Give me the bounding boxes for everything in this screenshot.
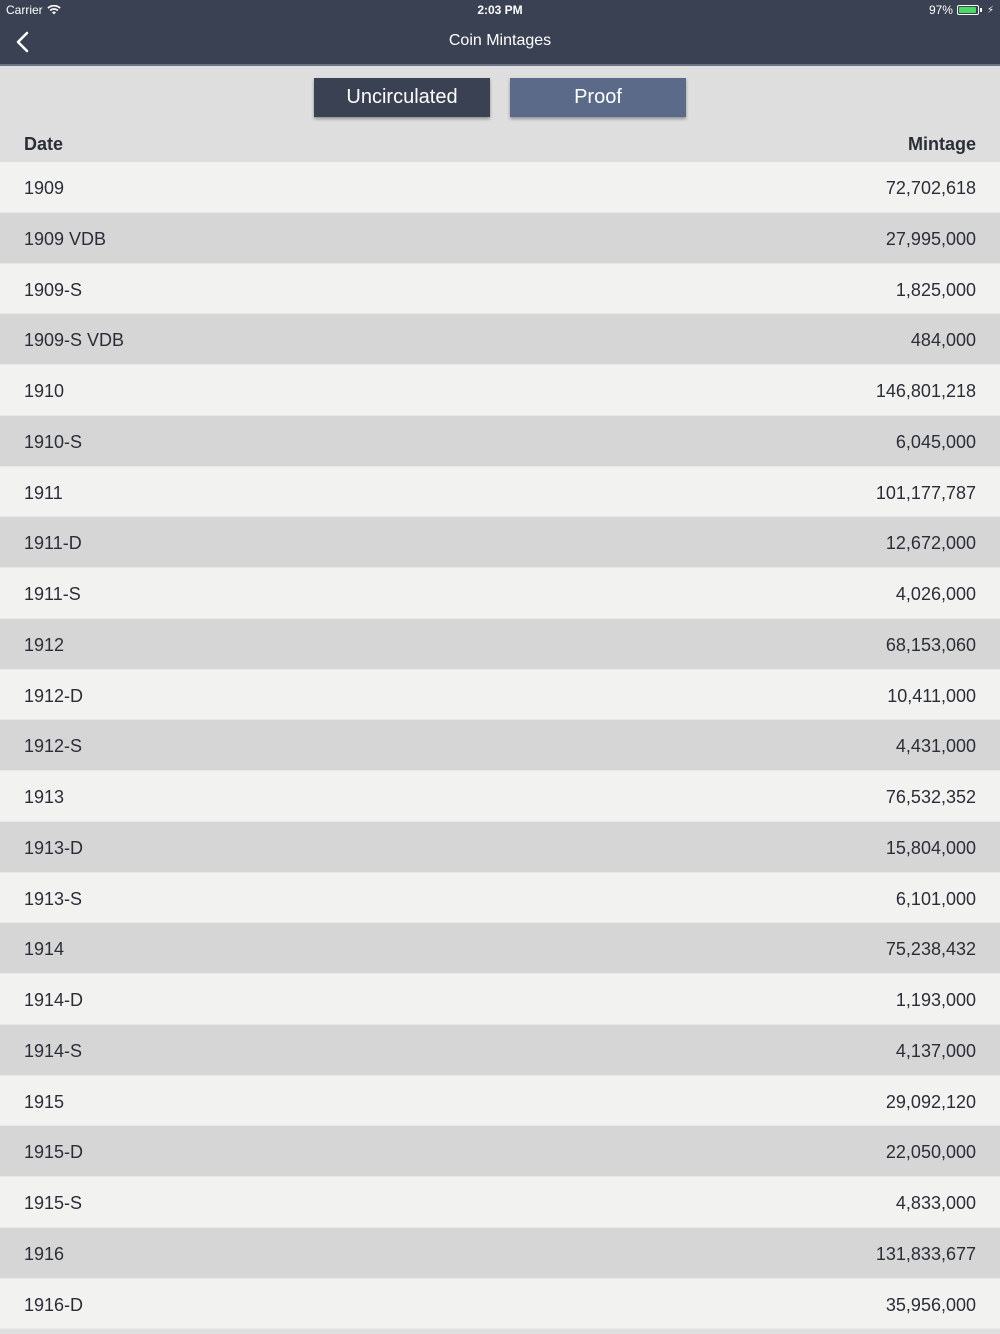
date-cell: 1916 [24,1243,65,1264]
date-cell: 1909-S [24,279,83,300]
mintage-cell: 4,431,000 [895,736,976,757]
status-bar: Carrier 2:03 PM 97% ⚡ [0,0,1000,20]
table-row[interactable]: 1911 101,177,787 [0,466,1000,518]
battery-percent: 97% [928,3,953,17]
table-row[interactable]: 1913 76,532,352 [0,771,1000,822]
mintage-cell: 68,153,060 [885,634,976,655]
mintage-cell: 101,177,787 [875,482,976,503]
table-row[interactable]: 1914-D 1,193,000 [0,974,1000,1025]
mintage-cell: 72,702,618 [885,178,976,198]
date-cell: 1913 [24,787,65,807]
table-row[interactable]: 1916-D 35,956,000 [0,1278,1000,1330]
mintage-cell: 6,045,000 [895,431,976,452]
mintage-cell: 146,801,218 [875,381,976,401]
date-cell: 1911-D [24,533,82,554]
date-cell: 1913-D [24,837,84,858]
mintage-cell: 29,092,120 [885,1091,976,1112]
table-row[interactable]: 1915-S 4,833,000 [0,1177,1000,1228]
navigation-bar: Coin Mintages [0,20,1000,66]
table-row[interactable]: 1914-S 4,137,000 [0,1024,1000,1076]
segment-control: Uncirculated Proof [0,66,1000,126]
mintage-cell: 484,000 [910,330,976,351]
date-cell: 1914-S [24,1040,83,1061]
mintage-cell: 4,137,000 [895,1040,976,1061]
mintage-cell: 75,238,432 [885,939,976,960]
table-row[interactable]: 1909 VDB 27,995,000 [0,212,1000,264]
date-cell: 1912-S [24,736,83,757]
date-cell: 1916-D [24,1294,84,1315]
page-title: Coin Mintages [448,32,552,49]
date-cell: 1915 [24,1091,65,1112]
mintage-cell: 10,411,000 [887,685,976,706]
table-row[interactable]: 1913-D 15,804,000 [0,821,1000,873]
mintage-cell: 4,833,000 [895,1193,976,1213]
mintage-cell: 35,956,000 [885,1294,976,1315]
date-cell: 1912-D [24,685,84,706]
table-row[interactable]: 1916 131,833,677 [0,1227,1000,1279]
mintage-cell: 4,026,000 [895,584,976,604]
mintage-table: 1909 72,702,618 1909 VDB 27,995,000 1909-S… [0,162,1000,1330]
mintage-column-header: Mintage [907,134,976,154]
date-cell: 1910-S [24,431,83,452]
date-cell: 1912 [24,634,65,655]
date-cell: 1914-D [24,990,84,1010]
proof-button[interactable]: Proof [510,78,686,117]
table-row[interactable]: 1915 29,092,120 [0,1075,1000,1127]
table-row[interactable]: 1912 68,153,060 [0,618,1000,670]
table-row[interactable]: 1913-S 6,101,000 [0,872,1000,924]
battery-fill [958,7,977,13]
table-row[interactable]: 1914 75,238,432 [0,923,1000,974]
table-row[interactable]: 1910 146,801,218 [0,365,1000,416]
table-row[interactable]: 1909-S VDB 484,000 [0,314,1000,365]
date-cell: 1913-S [24,888,83,909]
table-row[interactable]: 1912-S 4,431,000 [0,720,1000,771]
date-cell: 1909 [24,178,65,198]
date-cell: 1909 VDB [24,228,107,249]
table-header: Date Mintage [0,126,1000,162]
table-row[interactable]: 1911-S 4,026,000 [0,568,1000,619]
date-cell: 1914 [24,939,65,960]
mintage-cell: 1,193,000 [895,990,976,1010]
date-cell: 1909-S VDB [24,330,125,351]
date-cell: 1915-S [24,1193,83,1213]
date-cell: 1911-S [24,584,81,604]
table-row[interactable]: 1909-S 1,825,000 [0,263,1000,315]
mintage-cell: 1,825,000 [895,279,976,300]
battery-icon [956,5,979,15]
mintage-cell: 131,833,677 [875,1243,976,1264]
table-row[interactable]: 1912-D 10,411,000 [0,669,1000,721]
mintage-cell: 12,672,000 [885,533,976,554]
mintage-cell: 76,532,352 [885,787,976,807]
mintage-cell: 22,050,000 [885,1142,976,1163]
date-cell: 1915-D [24,1142,84,1163]
table-row[interactable]: 1915-D 22,050,000 [0,1126,1000,1177]
charging-bolt-icon: ⚡ [986,4,994,16]
date-cell: 1911 [24,482,63,503]
mintage-cell: 15,804,000 [885,837,976,858]
date-column-header: Date [24,134,64,154]
date-cell: 1910 [24,381,65,401]
table-row[interactable]: 1910-S 6,045,000 [0,415,1000,467]
mintage-cell: 6,101,000 [895,888,976,909]
status-battery: 97% ⚡ [929,3,994,17]
status-time: 2:03 PM [477,3,523,17]
table-row[interactable]: 1909 72,702,618 [0,162,1000,213]
table-row[interactable]: 1911-D 12,672,000 [0,517,1000,568]
uncirculated-button[interactable]: Uncirculated [314,78,490,117]
battery-nub [979,8,982,12]
mintage-cell: 27,995,000 [885,228,976,249]
